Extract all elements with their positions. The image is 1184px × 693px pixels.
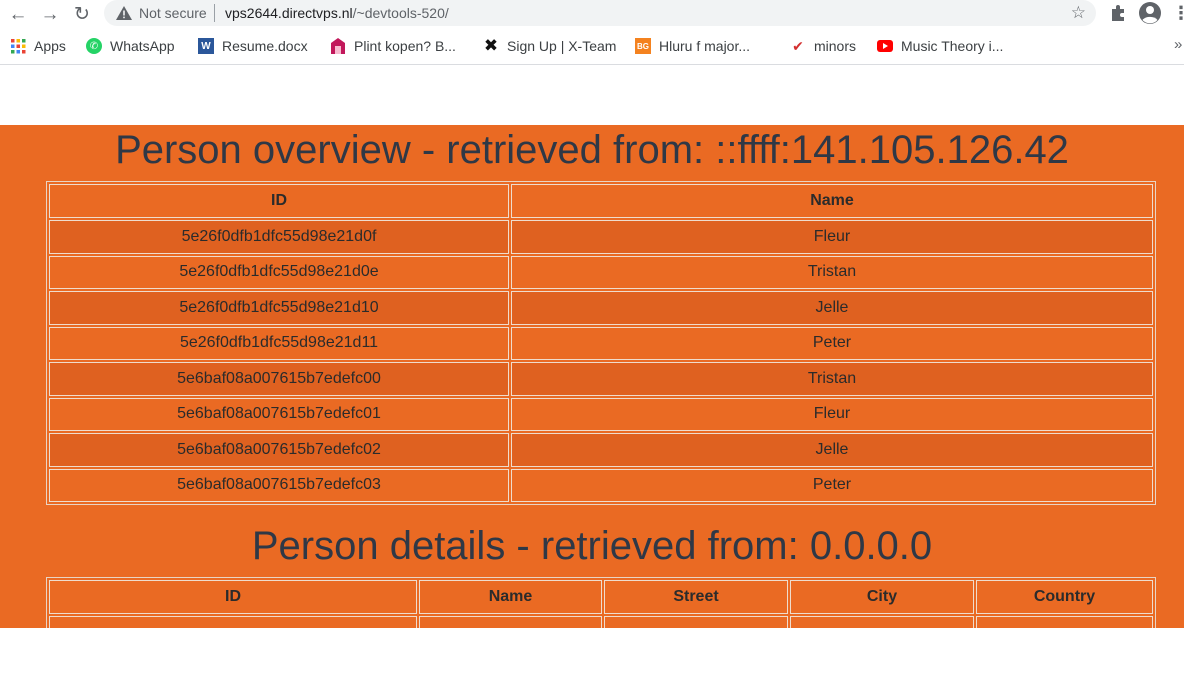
table-header-row: ID Name Street City Country <box>49 580 1153 614</box>
bookmark-label: minors <box>814 38 857 54</box>
url-text[interactable]: vps2644.directvps.nl/~devtools-520/ <box>225 5 449 21</box>
table-row <box>49 616 1153 628</box>
more-bookmarks-icon[interactable]: » <box>1174 36 1182 53</box>
bookmark-star-icon[interactable]: ☆ <box>1071 3 1086 23</box>
bookmark-label: Apps <box>34 38 66 54</box>
warning-icon[interactable] <box>116 6 132 20</box>
bookmark-minors[interactable]: ✔ minors <box>790 34 856 58</box>
url-path: /~devtools-520/ <box>352 5 449 21</box>
cell-id: 5e26f0dfb1dfc55d98e21d10 <box>49 291 509 325</box>
bookmark-label: WhatsApp <box>110 38 175 54</box>
column-header-country: Country <box>976 580 1153 614</box>
bookmark-xteam[interactable]: ✖ Sign Up | X-Team <box>483 34 617 58</box>
bookmark-label: Hluru f major... <box>659 38 751 54</box>
cell-id: 5e6baf08a007615b7edefc00 <box>49 362 509 396</box>
cell-street <box>604 616 788 628</box>
cell-id <box>49 616 417 628</box>
cell-id: 5e26f0dfb1dfc55d98e21d0e <box>49 255 509 289</box>
cell-id: 5e6baf08a007615b7edefc02 <box>49 433 509 467</box>
cell-id: 5e6baf08a007615b7edefc01 <box>49 397 509 431</box>
table-row: 5e26f0dfb1dfc55d98e21d11 Peter <box>49 326 1153 360</box>
reload-icon[interactable]: ↻ <box>70 2 94 26</box>
browser-toolbar: ← → ↻ Not secure vps2644.directvps.nl/~d… <box>0 0 1184 28</box>
chrome-divider <box>0 64 1184 65</box>
forward-icon[interactable]: → <box>38 2 62 26</box>
url-separator <box>214 4 215 22</box>
cell-city <box>790 616 974 628</box>
youtube-icon <box>877 38 893 54</box>
cell-name: Tristan <box>511 362 1153 396</box>
bookmark-whatsapp[interactable]: ✆ WhatsApp <box>86 34 175 58</box>
cell-id: 5e26f0dfb1dfc55d98e21d11 <box>49 326 509 360</box>
cell-name: Fleur <box>511 397 1153 431</box>
cell-country <box>976 616 1153 628</box>
cell-name: Jelle <box>511 291 1153 325</box>
column-header-name: Name <box>511 184 1153 218</box>
table-row: 5e6baf08a007615b7edefc03 Peter <box>49 468 1153 502</box>
column-header-name: Name <box>419 580 602 614</box>
bg-icon: BG <box>635 38 651 54</box>
url-host: vps2644.directvps.nl <box>225 5 353 21</box>
column-header-id: ID <box>49 184 509 218</box>
bookmark-label: Resume.docx <box>222 38 308 54</box>
column-header-id: ID <box>49 580 417 614</box>
profile-avatar-icon[interactable] <box>1138 1 1162 25</box>
table-row: 5e26f0dfb1dfc55d98e21d10 Jelle <box>49 291 1153 325</box>
table-row: 5e6baf08a007615b7edefc01 Fleur <box>49 397 1153 431</box>
overview-title: Person overview - retrieved from: ::ffff… <box>115 128 1069 172</box>
cell-name: Peter <box>511 468 1153 502</box>
bookmark-plint[interactable]: Plint kopen? B... <box>330 34 456 58</box>
plint-icon <box>330 38 346 54</box>
apps-grid-icon <box>10 38 26 54</box>
bookmark-label: Music Theory i... <box>901 38 1004 54</box>
details-title: Person details - retrieved from: 0.0.0.0 <box>251 524 933 568</box>
table-row: 5e6baf08a007615b7edefc02 Jelle <box>49 433 1153 467</box>
column-header-city: City <box>790 580 974 614</box>
bookmark-resume[interactable]: W Resume.docx <box>198 34 308 58</box>
person-overview-table: ID Name 5e26f0dfb1dfc55d98e21d0f Fleur 5… <box>46 181 1156 505</box>
address-bar[interactable]: Not secure vps2644.directvps.nl/~devtool… <box>104 0 1096 26</box>
back-icon[interactable]: ← <box>6 2 30 26</box>
cell-name <box>419 616 602 628</box>
cell-name: Peter <box>511 326 1153 360</box>
cell-name: Jelle <box>511 433 1153 467</box>
word-icon: W <box>198 38 214 54</box>
table-row: 5e26f0dfb1dfc55d98e21d0e Tristan <box>49 255 1153 289</box>
table-row: 5e6baf08a007615b7edefc00 Tristan <box>49 362 1153 396</box>
bookmark-music-theory[interactable]: Music Theory i... <box>877 34 1003 58</box>
cell-name: Tristan <box>511 255 1153 289</box>
cell-id: 5e26f0dfb1dfc55d98e21d0f <box>49 220 509 254</box>
bookmarks-bar: Apps ✆ WhatsApp W Resume.docx Plint kope… <box>0 34 1184 58</box>
security-label[interactable]: Not secure <box>139 5 207 21</box>
page-content: Person overview - retrieved from: ::ffff… <box>0 125 1184 628</box>
extensions-icon[interactable] <box>1108 3 1128 23</box>
person-details-table: ID Name Street City Country <box>46 577 1156 628</box>
check-icon: ✔ <box>792 37 804 54</box>
cell-name: Fleur <box>511 220 1153 254</box>
table-header-row: ID Name <box>49 184 1153 218</box>
bookmark-label: Plint kopen? B... <box>354 38 456 54</box>
bookmark-hluru[interactable]: BG Hluru f major... <box>635 34 750 58</box>
column-header-street: Street <box>604 580 788 614</box>
cell-id: 5e6baf08a007615b7edefc03 <box>49 468 509 502</box>
x-team-icon: ✖ <box>483 36 499 55</box>
browser-menu-icon[interactable]: ⋮ <box>1172 3 1184 23</box>
bookmark-apps[interactable]: Apps <box>10 34 66 58</box>
whatsapp-icon: ✆ <box>86 38 102 54</box>
bookmark-label: Sign Up | X-Team <box>507 38 617 54</box>
table-row: 5e26f0dfb1dfc55d98e21d0f Fleur <box>49 220 1153 254</box>
